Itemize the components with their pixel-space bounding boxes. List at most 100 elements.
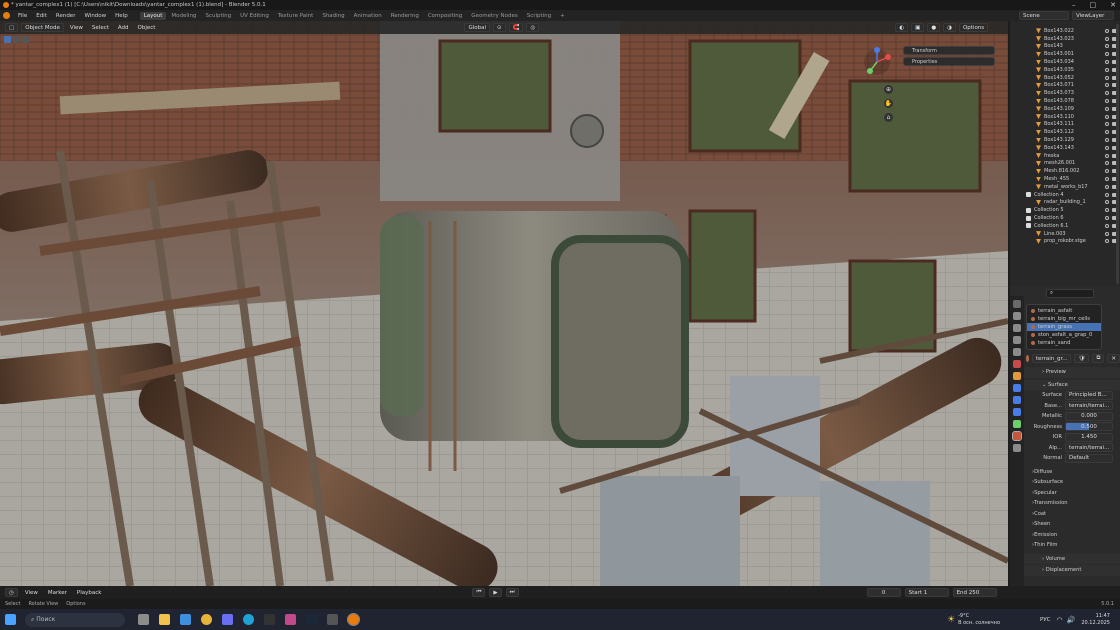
eye-icon[interactable] [1105, 153, 1109, 158]
properties-panel-header[interactable]: Properties [903, 57, 995, 66]
timeline-editor-icon[interactable]: ◷ [5, 588, 18, 597]
chrome-icon[interactable] [201, 614, 212, 625]
menu-edit[interactable]: Edit [32, 13, 51, 19]
preview-section[interactable]: › Preview [1024, 367, 1120, 378]
eye-icon[interactable] [1105, 36, 1109, 41]
workspace-tab-uv-editing[interactable]: UV Editing [236, 12, 273, 20]
displacement-section[interactable]: › Displacement [1024, 565, 1120, 576]
eye-icon[interactable] [1105, 208, 1109, 213]
play-icon[interactable]: ▶ [489, 588, 502, 597]
texture-tab-icon[interactable] [1013, 444, 1021, 452]
outliner-object-row[interactable]: Box143.073 [1010, 89, 1120, 97]
outliner-object-row[interactable]: Mesh.816.002 [1010, 167, 1120, 175]
task-view-icon[interactable] [138, 614, 149, 625]
modifier-tab-icon[interactable] [1013, 384, 1021, 392]
material-slot-list[interactable]: terrain_asfalt terrain_big_mr_cells terrai… [1026, 304, 1102, 350]
view-layer-field[interactable]: ViewLayer [1072, 11, 1114, 20]
workspace-tab-animation[interactable]: Animation [350, 12, 386, 20]
workspace-tab-scripting[interactable]: Scripting [523, 12, 555, 20]
eye-icon[interactable] [1105, 239, 1109, 244]
orientation-dropdown[interactable]: Global [464, 23, 491, 32]
store-icon[interactable] [180, 614, 191, 625]
object-tab-icon[interactable] [1013, 372, 1021, 380]
subsection-subsurface[interactable]: › Subsurface [1024, 477, 1120, 488]
windows-start-icon[interactable] [5, 614, 16, 625]
outliner-object-row[interactable]: Box143.022 [1010, 27, 1120, 35]
outliner-object-row[interactable]: mesh26.001 [1010, 160, 1120, 168]
output-tab-icon[interactable] [1013, 324, 1021, 332]
proportional-edit-icon[interactable]: ◎ [526, 23, 540, 32]
outliner-scrollbar[interactable] [1116, 24, 1119, 284]
scene-field[interactable]: Scene [1019, 11, 1069, 20]
outliner-object-row[interactable]: metal_works_b17 [1010, 183, 1120, 191]
subsection-specular[interactable]: › Specular [1024, 488, 1120, 499]
eye-icon[interactable] [1105, 145, 1109, 150]
clock[interactable]: 11:47 20.12.2025 [1081, 613, 1110, 627]
eye-icon[interactable] [1105, 231, 1109, 236]
ior-field[interactable]: 1.450 [1065, 432, 1113, 442]
workspace-tab-rendering[interactable]: Rendering [387, 12, 423, 20]
data-tab-icon[interactable] [1013, 420, 1021, 428]
outliner-object-row[interactable]: radar_building_1 [1010, 199, 1120, 207]
discord-icon[interactable] [222, 614, 233, 625]
workspace-tab-modeling[interactable]: Modeling [167, 12, 200, 20]
steam-icon[interactable] [306, 614, 317, 625]
edge-icon[interactable] [243, 614, 254, 625]
terminal-icon[interactable] [264, 614, 275, 625]
outliner-object-row[interactable]: Mesh_455 [1010, 175, 1120, 183]
outliner-object-row[interactable]: Box143.001 [1010, 50, 1120, 58]
app-icon[interactable] [327, 614, 338, 625]
outliner-collection-row[interactable]: Collection 6.1 [1010, 222, 1120, 230]
add-workspace-icon[interactable]: + [556, 12, 569, 20]
weather-widget[interactable]: -9°C В осн. солнечно [958, 613, 1000, 627]
outliner-object-row[interactable]: Box143 [1010, 43, 1120, 51]
menu-file[interactable]: File [14, 13, 31, 19]
start-frame-field[interactable]: Start 1 [904, 588, 949, 597]
camera-view-icon[interactable]: ⌂ [884, 113, 893, 122]
eye-icon[interactable] [1105, 60, 1109, 65]
unlink-material-icon[interactable]: ✕ [1107, 354, 1120, 363]
menu-help[interactable]: Help [111, 13, 132, 19]
eye-icon[interactable] [1105, 184, 1109, 189]
eye-icon[interactable] [1105, 192, 1109, 197]
eye-icon[interactable] [1105, 91, 1109, 96]
eye-icon[interactable] [1105, 99, 1109, 104]
volume-section[interactable]: › Volume [1024, 553, 1120, 564]
outliner-object-row[interactable]: Box143.112 [1010, 128, 1120, 136]
outliner-object-row[interactable]: Box143.110 [1010, 113, 1120, 121]
eye-icon[interactable] [1105, 130, 1109, 135]
eye-icon[interactable] [1105, 44, 1109, 49]
maximize-icon[interactable]: □ [1090, 1, 1097, 9]
outliner-object-row[interactable]: Box143.035 [1010, 66, 1120, 74]
move-tool-icon[interactable] [22, 36, 29, 43]
constraints-tab-icon[interactable] [1013, 408, 1021, 416]
workspace-tab-compositing[interactable]: Compositing [424, 12, 466, 20]
material-slot-item[interactable]: terrain_sand [1027, 339, 1101, 347]
roughness-slider[interactable]: 0.500 [1065, 422, 1113, 432]
outliner-object-row[interactable]: Box143.052 [1010, 74, 1120, 82]
outliner-object-row[interactable]: Box143.023 [1010, 35, 1120, 43]
menu-render[interactable]: Render [52, 13, 80, 19]
select-menu[interactable]: Select [89, 25, 112, 31]
timeline-marker-menu[interactable]: Marker [45, 590, 70, 596]
duplicate-material-icon[interactable]: ⧉ [1092, 354, 1105, 363]
base-color-field[interactable]: terrain/terrai... [1065, 401, 1113, 411]
shading-solid-icon[interactable]: ● [927, 23, 941, 32]
add-menu[interactable]: Add [115, 25, 132, 31]
outliner-object-row[interactable]: Box143.143 [1010, 144, 1120, 152]
zoom-icon[interactable]: ⊕ [884, 85, 893, 94]
eye-icon[interactable] [1105, 52, 1109, 57]
view-layer-tab-icon[interactable] [1013, 336, 1021, 344]
close-icon[interactable]: ✕ [1110, 1, 1116, 9]
navigation-gizmo[interactable] [862, 47, 892, 77]
overlay-toggle-icon[interactable]: ◐ [895, 23, 909, 32]
surface-shader-field[interactable]: Principled B... [1065, 390, 1113, 400]
material-slot-item[interactable]: terrain_big_mr_cells [1027, 315, 1101, 323]
blender-menu-icon[interactable] [3, 12, 10, 19]
outliner-object-row[interactable]: Box143.109 [1010, 105, 1120, 113]
physics-tab-icon[interactable] [1013, 396, 1021, 404]
cursor-tool-icon[interactable] [13, 36, 20, 43]
properties-search-input[interactable]: ⌕ [1046, 289, 1094, 298]
transform-panel-header[interactable]: Transform [903, 46, 995, 55]
menu-window[interactable]: Window [80, 13, 110, 19]
